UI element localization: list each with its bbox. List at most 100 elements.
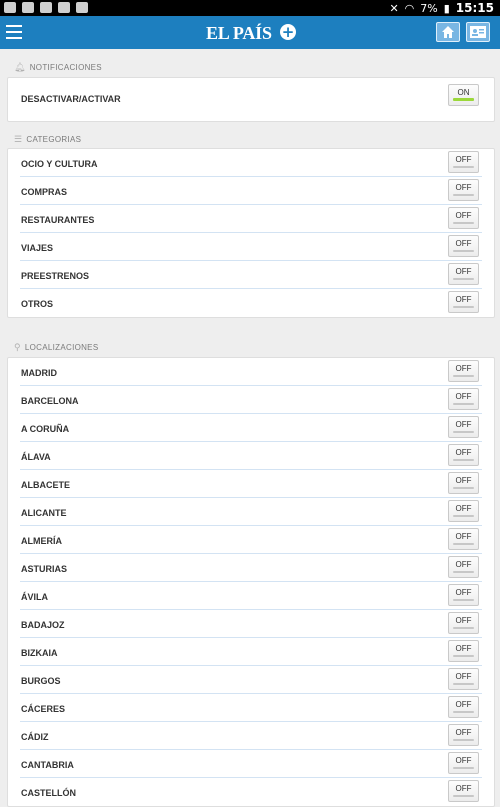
toggle-switch[interactable]: OFF (448, 640, 479, 662)
toggle-switch[interactable]: OFF (448, 207, 479, 229)
section-notificaciones-title: 🔔︎ NOTIFICACIONES (14, 62, 102, 73)
list-item: ASTURIAS OFF (8, 554, 494, 582)
list-item: ÁVILA OFF (8, 582, 494, 610)
locations-panel: MADRID OFF BARCELONA OFF A CORUÑA OFF ÁLAVA OFF… (7, 357, 495, 807)
list-item: COMPRAS OFF (8, 177, 494, 205)
toggle-switch[interactable]: OFF (448, 612, 479, 634)
toggle-indicator (453, 739, 474, 741)
home-button[interactable] (436, 22, 460, 42)
row-label: ALBACETE (21, 480, 70, 490)
bell-icon: 🔔︎ (14, 62, 26, 72)
toggle-label: OFF (455, 420, 472, 429)
toggle-indicator (453, 194, 474, 196)
toggle-switch[interactable]: OFF (448, 556, 479, 578)
toggle-switch[interactable]: OFF (448, 752, 479, 774)
row-label: VIAJES (21, 243, 54, 253)
toggle-label: OFF (455, 239, 472, 248)
notification-icons (4, 2, 88, 13)
toggle-label: OFF (455, 295, 472, 304)
toggle-switch[interactable]: OFF (448, 780, 479, 802)
notifications-toggle[interactable]: ON (448, 84, 479, 106)
toggle-switch[interactable]: OFF (448, 472, 479, 494)
toggle-switch[interactable]: OFF (448, 696, 479, 718)
section-categorias-title: ☰ CATEGORIAS (14, 134, 81, 145)
toggle-label: OFF (455, 448, 472, 457)
toggle-label: OFF (455, 728, 472, 737)
toggle-indicator (453, 222, 474, 224)
toggle-label: ON (457, 88, 470, 97)
plus-icon: + (280, 23, 296, 41)
list-item: RESTAURANTES OFF (8, 205, 494, 233)
list-item: ALICANTE OFF (8, 498, 494, 526)
list-item: CANTABRIA OFF (8, 750, 494, 778)
list-item: ALMERÍA OFF (8, 526, 494, 554)
row-label: BURGOS (21, 676, 61, 686)
toggle-indicator (453, 375, 474, 377)
row-label: MADRID (21, 368, 57, 378)
toggle-label: OFF (455, 756, 472, 765)
toggle-switch[interactable]: OFF (448, 416, 479, 438)
list-item: MADRID OFF (8, 358, 494, 386)
toggle-switch[interactable]: OFF (448, 291, 479, 313)
list-item: CÁDIZ OFF (8, 722, 494, 750)
toggle-indicator (453, 431, 474, 433)
toggle-label: OFF (455, 700, 472, 709)
list-item: A CORUÑA OFF (8, 414, 494, 442)
wifi-icon: ◠ (404, 1, 415, 15)
categories-panel: OCIO Y CULTURA OFF COMPRAS OFF RESTAURANTES O… (7, 148, 495, 318)
clock: 15:15 (455, 1, 494, 15)
list-item: ÁLAVA OFF (8, 442, 494, 470)
toggle-switch[interactable]: OFF (448, 500, 479, 522)
row-label: BARCELONA (21, 396, 79, 406)
toggle-switch[interactable]: OFF (448, 584, 479, 606)
toggle-indicator (453, 627, 474, 629)
profile-card-button[interactable] (466, 22, 490, 42)
toggle-switch[interactable]: OFF (448, 668, 479, 690)
toggle-label: OFF (455, 588, 472, 597)
toggle-indicator (453, 655, 474, 657)
row-label: RESTAURANTES (21, 215, 95, 225)
toggle-label: OFF (455, 616, 472, 625)
toggle-switch[interactable]: OFF (448, 235, 479, 257)
toggle-label: OFF (455, 267, 472, 276)
toggle-switch[interactable]: OFF (448, 360, 479, 382)
list-icon: ☰ (14, 134, 23, 144)
toggle-indicator (453, 795, 474, 797)
row-label: PREESTRENOS (21, 271, 90, 281)
row-label: BADAJOZ (21, 620, 65, 630)
toggle-switch[interactable]: OFF (448, 263, 479, 285)
toggle-indicator (453, 98, 474, 101)
toggle-indicator (453, 571, 474, 573)
status-right: ✕ ◠ 7% ▮ 15:15 (389, 1, 494, 15)
toggle-switch[interactable]: OFF (448, 388, 479, 410)
toggle-switch[interactable]: OFF (448, 528, 479, 550)
list-item: BIZKAIA OFF (8, 638, 494, 666)
section-label: LOCALIZACIONES (24, 343, 99, 352)
toggle-indicator (453, 306, 474, 308)
toggle-label: OFF (455, 476, 472, 485)
toggle-indicator (453, 515, 474, 517)
toggle-switch[interactable]: OFF (448, 724, 479, 746)
location-pin-icon: ⚲ (14, 342, 21, 352)
toggle-label: OFF (455, 504, 472, 513)
toggle-switch[interactable]: OFF (448, 179, 479, 201)
toggle-indicator (453, 767, 474, 769)
toggle-switch[interactable]: OFF (448, 151, 479, 173)
menu-icon[interactable] (6, 25, 22, 39)
notification-icon (4, 2, 16, 13)
row-label: OCIO Y CULTURA (21, 159, 98, 169)
app-bar: EL PAÍS + (0, 16, 500, 49)
toggle-switch[interactable]: OFF (448, 444, 479, 466)
row-label: BIZKAIA (21, 648, 58, 658)
toggle-label: OFF (455, 644, 472, 653)
list-item: OTROS OFF (8, 289, 494, 317)
list-item: BURGOS OFF (8, 666, 494, 694)
row-label: CASTELLÓN (21, 788, 76, 798)
image-icon (22, 2, 34, 13)
toggle-label: OFF (455, 155, 472, 164)
toggle-indicator (453, 683, 474, 685)
notifications-panel: DESACTIVAR/ACTIVAR ON (7, 77, 495, 122)
toggle-label: OFF (455, 392, 472, 401)
section-label: CATEGORIAS (26, 135, 82, 144)
mute-icon: ✕ (389, 1, 399, 15)
